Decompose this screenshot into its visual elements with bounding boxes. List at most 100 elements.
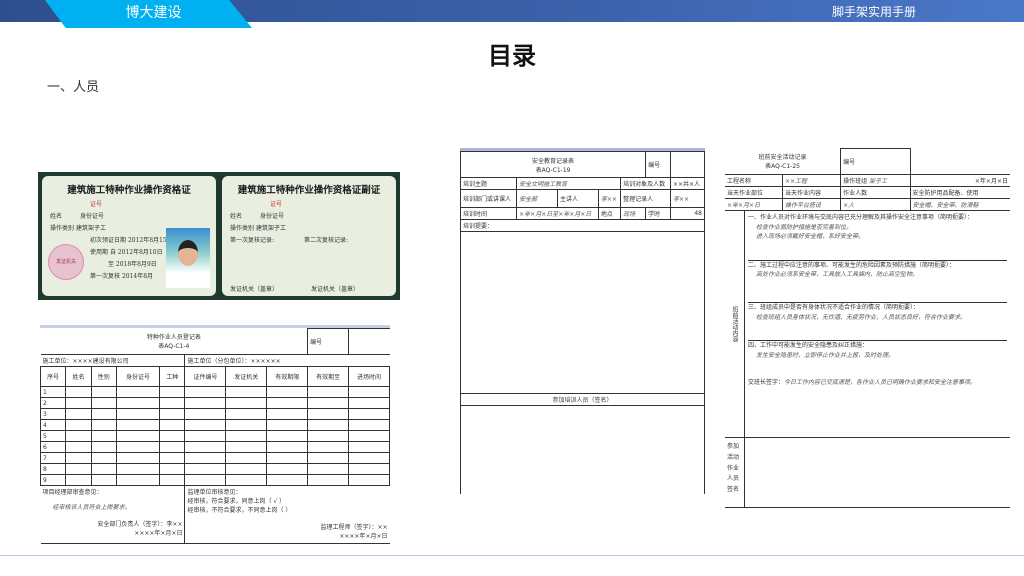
safety-education-form: 安全教育记录表 表AQ-C1-19 编号 培训主题 安全文明施工教育 培训对象及人数 ××…	[459, 148, 706, 517]
id-photo	[166, 228, 210, 288]
section-heading: 一、人员	[47, 80, 100, 95]
certificate-image: 建筑施工特种作业操作资格证 证号 姓名 身份证号 操作类别 建筑架子工 初次领证…	[38, 172, 400, 300]
form2-time-label: 培训时间	[459, 207, 518, 220]
form1-check2: 经审核，不符合要求，不同意上岗（ ）	[187, 507, 292, 514]
table-cell	[266, 408, 309, 420]
cert-name-label: 姓名	[50, 213, 63, 220]
table-cell	[65, 463, 92, 475]
form3-r1c: ×人	[840, 198, 911, 211]
form3-part: 当天作业内容	[781, 186, 842, 199]
form2-summary-area	[460, 231, 705, 394]
cert-back-id-label: 身份证号	[260, 213, 285, 220]
table-cell	[348, 430, 390, 442]
brand-tab: 博大建设	[45, 0, 252, 28]
form1-column-header: 序号	[39, 366, 67, 387]
form1-project: 施工单位（分包单位）：××××××	[184, 354, 390, 367]
table-cell	[348, 474, 390, 486]
manual-title: 脚手架实用手册	[831, 5, 916, 19]
seal-stamp: 发证机关	[48, 244, 84, 280]
form2-topic: 安全文明施工教育	[516, 177, 622, 190]
header-bar: 博大建设 脚手架实用手册	[0, 0, 1024, 28]
table-cell	[307, 397, 350, 409]
table-cell	[225, 441, 268, 453]
form2-no-label: 编号	[645, 151, 671, 178]
table-row: 8	[39, 463, 390, 475]
form3-team: 架子工	[869, 178, 888, 185]
table-cell	[348, 386, 390, 398]
form3-proj: ××工程	[781, 174, 842, 187]
table-cell	[348, 463, 390, 475]
form1-code: 表AQ-C1-4	[158, 343, 190, 351]
table-cell	[90, 408, 117, 420]
form3-people-label: 作业人数	[840, 186, 911, 199]
table-cell	[65, 452, 92, 464]
form3-r1a: ×年×月×日	[725, 198, 783, 211]
table-cell	[159, 452, 186, 464]
table-cell	[159, 474, 186, 486]
table-cell	[65, 430, 92, 442]
form3-content-label: 班前活动内容	[725, 211, 745, 437]
table-cell	[348, 441, 390, 453]
form1-signer1: 安全部门负责人（签字）：李××	[97, 521, 183, 528]
pre-shift-activity-form: 班前安全活动记录 表AQ-C1-25 编号 工程名称 ××工程 操作班组 架子工 ×年×月…	[725, 148, 1010, 517]
table-row: 2	[39, 397, 390, 409]
form3-r1d: 安全帽、安全带、防滑鞋	[909, 198, 1010, 211]
form1-column-header: 证件编号	[184, 366, 227, 387]
table-cell	[184, 419, 227, 431]
table-cell	[115, 452, 161, 464]
form2-time: ×年×月×日至×年×月×日	[516, 207, 599, 220]
form2-count-label: 培训对象及人数	[620, 177, 671, 190]
table-cell	[90, 452, 117, 464]
table-cell	[307, 452, 350, 464]
form3-s5t: 今日工作内容已交底清楚，各作业人员已明确作业要求和安全注意事项。	[784, 379, 977, 387]
table-cell	[225, 397, 268, 409]
table-cell	[159, 408, 186, 420]
row-number: 5	[39, 430, 67, 442]
form1-check-label: 监理单位审核意见：	[187, 489, 242, 496]
table-cell	[225, 474, 268, 486]
footer-divider	[0, 555, 1024, 556]
table-cell	[159, 441, 186, 453]
table-cell	[90, 430, 117, 442]
table-cell	[225, 452, 268, 464]
table-cell	[184, 463, 227, 475]
form1-opinion: 经审核该人员符合上岗要求。	[52, 504, 131, 511]
row-number: 2	[39, 397, 67, 409]
cert-valid-from: 自 2012年8月10日	[109, 249, 163, 256]
form1-date1: ××××年×月×日	[134, 530, 183, 537]
cert-second-review: 第二次复核记录:	[304, 237, 349, 244]
row-number: 7	[39, 452, 67, 464]
form3-people: 安全防护用品配备、使用	[909, 186, 1010, 199]
cert-issue-label: 初次领证日期	[90, 237, 127, 244]
table-cell	[348, 419, 390, 431]
form3-date: ×年×月×日	[909, 174, 1010, 187]
form1-column-header: 姓名	[65, 366, 92, 387]
cert-back-title: 建筑施工特种作业操作资格证副证	[237, 185, 381, 196]
form2-trainer: 李××	[597, 189, 622, 208]
table-cell	[184, 441, 227, 453]
table-cell	[65, 397, 92, 409]
table-cell	[266, 463, 309, 475]
cert-issuer1: 发证机关（盖章）	[230, 286, 276, 293]
form2-sign-area	[460, 405, 705, 494]
table-cell	[348, 452, 390, 464]
table-cell	[115, 397, 161, 409]
table-cell	[115, 419, 161, 431]
table-cell	[266, 430, 309, 442]
table-cell	[184, 397, 227, 409]
form1-opinion-label: 项目经理部审查意见：	[42, 489, 103, 496]
form1-column-header: 身份证号	[115, 366, 161, 387]
row-number: 8	[39, 463, 67, 475]
form1-signer2: 监理工程师（签字）：××	[320, 524, 388, 531]
table-row: 4	[39, 419, 390, 431]
cert-issuer2: 发证机关（盖章）	[311, 286, 360, 293]
table-cell	[266, 441, 309, 453]
table-cell	[307, 474, 350, 486]
form2-place-label: 地点	[597, 207, 622, 220]
form1-column-header: 有效期至	[307, 366, 350, 387]
table-cell	[184, 386, 227, 398]
table-cell	[115, 430, 161, 442]
table-cell	[159, 430, 186, 442]
table-cell	[159, 419, 186, 431]
form1-column-header: 性别	[90, 366, 117, 387]
